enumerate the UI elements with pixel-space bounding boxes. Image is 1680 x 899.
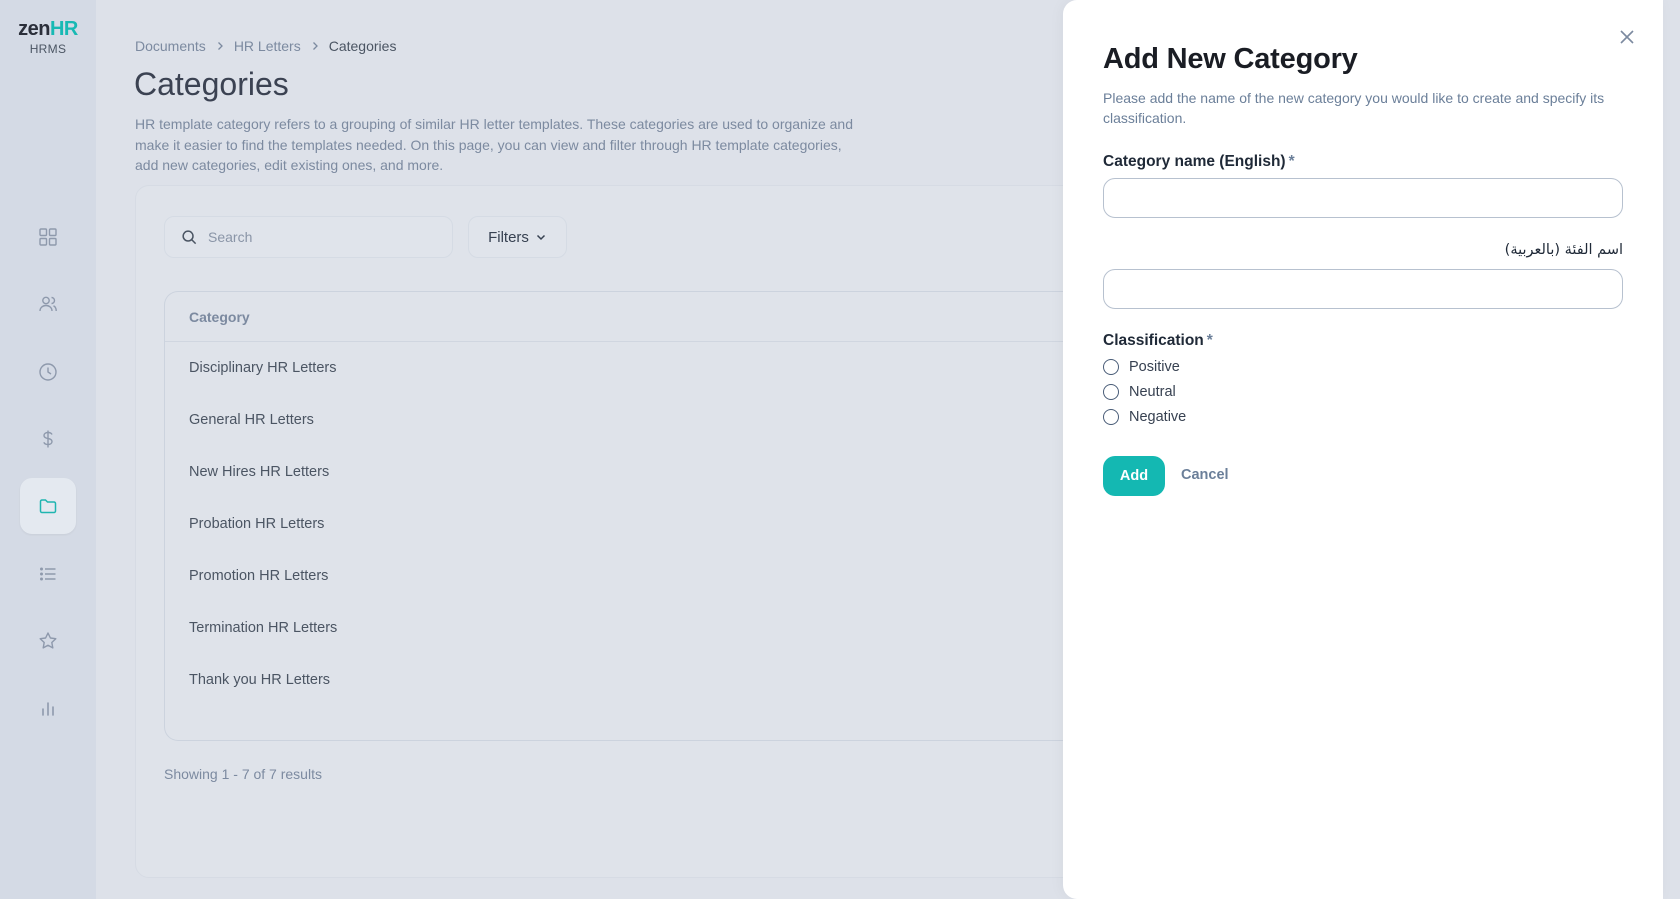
page-title: Categories	[134, 66, 289, 102]
nav-performance[interactable]	[20, 613, 76, 669]
drawer-title: Add New Category	[1103, 43, 1358, 75]
results-count: Showing 1 - 7 of 7 results	[164, 766, 322, 782]
table-row[interactable]: Disciplinary HR Letters	[165, 342, 1144, 394]
table-row[interactable]: Promotion HR Letters	[165, 550, 1144, 602]
search-icon	[182, 229, 197, 244]
classification-label: Classification *	[1103, 332, 1213, 349]
logo-subtitle: HRMS	[29, 42, 67, 56]
nav-documents[interactable]	[20, 478, 76, 534]
sidebar: zenHR HRMS	[0, 0, 96, 899]
grid-icon	[39, 228, 57, 246]
breadcrumb-current: Categories	[328, 38, 397, 54]
radio-option-negative[interactable]: Negative	[1103, 409, 1186, 425]
radio-option-neutral[interactable]: Neutral	[1103, 384, 1176, 400]
category-name-ar-field[interactable]	[1103, 269, 1623, 309]
chevron-right-icon	[312, 42, 318, 50]
nav-attendance[interactable]	[20, 344, 76, 400]
required-mark: *	[1206, 332, 1213, 349]
table-row[interactable]: General HR Letters	[165, 394, 1144, 446]
required-mark: *	[1288, 153, 1295, 170]
breadcrumb: Documents HR Letters Categories	[135, 38, 396, 54]
category-name-ar-input[interactable]	[1104, 270, 1622, 308]
category-name-en-label: Category name (English) *	[1103, 153, 1295, 170]
table-row[interactable]: Thank you HR Letters	[165, 654, 1144, 706]
search-input[interactable]	[208, 229, 428, 245]
categories-table: Category Disciplinary HR Letters General…	[164, 291, 1144, 741]
chevron-right-icon	[217, 42, 223, 50]
radio-button[interactable]	[1103, 384, 1119, 400]
page-description: HR template category refers to a groupin…	[135, 116, 853, 173]
table-row[interactable]: New Hires HR Letters	[165, 446, 1144, 498]
radio-label: Positive	[1129, 359, 1180, 375]
column-header-category[interactable]: Category	[165, 292, 1144, 342]
radio-label: Negative	[1129, 409, 1187, 425]
category-name-en-field[interactable]	[1103, 178, 1623, 218]
category-name-en-input[interactable]	[1104, 179, 1622, 217]
list-icon	[40, 567, 56, 581]
table-row[interactable]: Probation HR Letters	[165, 498, 1144, 550]
logo-wordmark: zenHR	[18, 18, 78, 40]
filters-button[interactable]: Filters	[468, 216, 567, 258]
clock-icon	[39, 363, 57, 381]
users-icon	[39, 296, 57, 312]
add-category-drawer: Add New Category Please add the name of …	[1063, 0, 1663, 899]
close-icon	[1620, 30, 1634, 44]
nav-employees[interactable]	[20, 276, 76, 332]
nav-tasks[interactable]	[20, 546, 76, 602]
star-icon	[39, 632, 57, 649]
filters-label: Filters	[488, 228, 529, 246]
radio-label: Neutral	[1129, 384, 1176, 400]
categories-card: Filters Category Disciplinary HR Letters…	[135, 185, 1144, 878]
cancel-button[interactable]: Cancel	[1181, 467, 1229, 483]
nav-reports[interactable]	[20, 680, 76, 736]
category-name-ar-label: اسم الفئة (بالعربية)	[1504, 242, 1623, 258]
add-button[interactable]: Add	[1103, 456, 1165, 496]
search-box[interactable]	[164, 216, 453, 258]
table-row[interactable]: Termination HR Letters	[165, 602, 1144, 654]
nav-dashboard[interactable]	[20, 209, 76, 265]
radio-button[interactable]	[1103, 409, 1119, 425]
dollar-icon	[43, 430, 53, 448]
breadcrumb-hr-letters[interactable]: HR Letters	[234, 38, 301, 54]
radio-option-positive[interactable]: Positive	[1103, 359, 1180, 375]
drawer-description: Please add the name of the new category …	[1103, 90, 1605, 126]
chevron-down-icon	[536, 234, 545, 241]
logo[interactable]: zenHR HRMS	[0, 18, 96, 56]
breadcrumb-documents[interactable]: Documents	[135, 38, 206, 54]
folder-icon	[39, 499, 57, 514]
bar-chart-icon	[42, 702, 54, 716]
close-button[interactable]	[1616, 26, 1638, 48]
radio-button[interactable]	[1103, 359, 1119, 375]
nav-payroll[interactable]	[20, 411, 76, 467]
